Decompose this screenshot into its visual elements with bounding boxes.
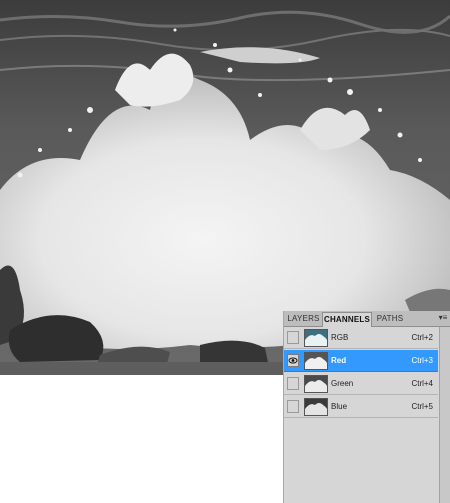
channel-shortcut: Ctrl+3 [411, 356, 433, 365]
channel-shortcut: Ctrl+5 [411, 402, 433, 411]
channel-row-blue[interactable]: Blue Ctrl+5 [284, 396, 438, 418]
visibility-toggle[interactable] [287, 377, 299, 390]
channel-row-rgb[interactable]: RGB Ctrl+2 [284, 327, 438, 349]
channel-shortcut: Ctrl+4 [411, 379, 433, 388]
visibility-toggle[interactable] [287, 400, 299, 413]
panel-menu-icon[interactable]: ▾≡ [438, 313, 448, 323]
tab-layers[interactable]: LAYERS [286, 312, 321, 326]
tab-paths[interactable]: PATHS [373, 312, 407, 326]
channel-thumbnail [304, 375, 328, 393]
channel-name: Green [331, 379, 354, 388]
channel-name: RGB [331, 333, 349, 342]
channel-thumbnail [304, 398, 328, 416]
channel-shortcut: Ctrl+2 [411, 333, 433, 342]
eye-icon[interactable] [287, 354, 299, 367]
panel-tab-bar: LAYERS CHANNELS PATHS ▾≡ [284, 311, 450, 327]
channel-row-green[interactable]: Green Ctrl+4 [284, 373, 438, 395]
channel-thumbnail [304, 352, 328, 370]
channels-panel: LAYERS CHANNELS PATHS ▾≡ RGB Ctrl+2 Red … [283, 311, 450, 503]
panel-scrollbar[interactable] [439, 327, 450, 503]
tab-channels[interactable]: CHANNELS [322, 312, 372, 327]
channel-thumbnail [304, 329, 328, 347]
channel-row-red[interactable]: Red Ctrl+3 [284, 350, 438, 372]
channel-name: Blue [331, 402, 348, 411]
visibility-toggle[interactable] [287, 331, 299, 344]
channel-name: Red [331, 356, 347, 365]
